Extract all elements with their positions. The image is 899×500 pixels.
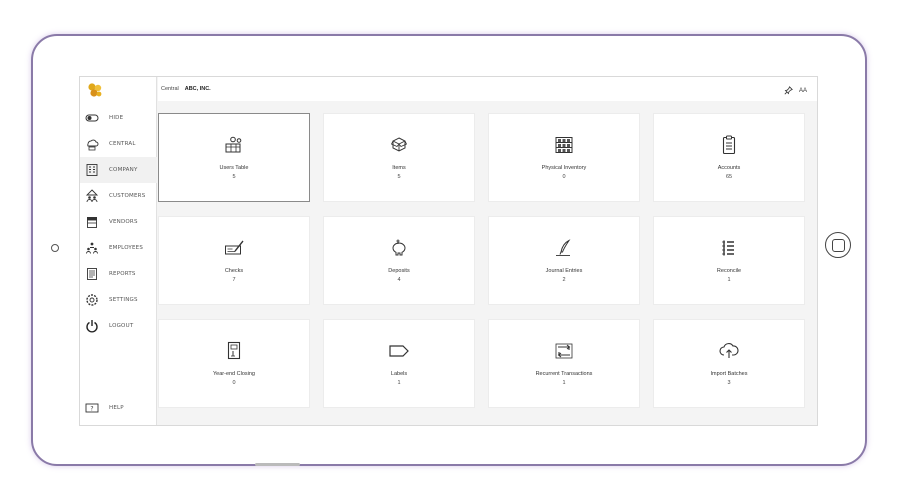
pin-icon[interactable] bbox=[784, 82, 793, 100]
cloud-computer-icon bbox=[84, 136, 100, 152]
tile-count: 1 bbox=[397, 380, 401, 386]
help-icon: ? bbox=[84, 400, 100, 416]
tile-count: 4 bbox=[397, 277, 401, 283]
sidebar-item-label: SETTINGS bbox=[109, 297, 138, 303]
sidebar-item-logout[interactable]: LOGOUT bbox=[80, 313, 157, 339]
tile-items[interactable]: Items 5 bbox=[323, 113, 475, 202]
clipboard-icon bbox=[718, 134, 740, 156]
building-icon bbox=[84, 162, 100, 178]
sidebar-item-label: COMPANY bbox=[109, 167, 138, 173]
sidebar-item-central[interactable]: CENTRAL bbox=[80, 131, 157, 157]
checklist-icon bbox=[718, 237, 740, 259]
tile-labels[interactable]: Labels 1 bbox=[323, 319, 475, 408]
company-name: ABC, INC. bbox=[184, 86, 211, 92]
store-icon bbox=[84, 214, 100, 230]
tile-label: Journal Entries bbox=[545, 268, 583, 274]
sidebar-item-vendors[interactable]: VENDORS bbox=[80, 209, 157, 235]
inventory-shelf-icon bbox=[553, 134, 575, 156]
sidebar-item-customers[interactable]: CUSTOMERS bbox=[80, 183, 157, 209]
tile-count: 3 bbox=[727, 380, 731, 386]
camera-icon bbox=[51, 244, 59, 252]
tile-deposits[interactable]: Deposits 4 bbox=[323, 216, 475, 305]
help-button[interactable]: ? HELP bbox=[80, 399, 157, 417]
sidebar-item-company[interactable]: COMPANY bbox=[80, 157, 157, 183]
check-writing-icon bbox=[223, 237, 245, 259]
users-table-icon bbox=[223, 134, 245, 156]
app-logo-icon bbox=[86, 81, 104, 99]
tile-count: 5 bbox=[232, 174, 236, 180]
tile-count: 1 bbox=[562, 380, 566, 386]
report-icon bbox=[84, 266, 100, 282]
tile-count: 65 bbox=[725, 174, 733, 180]
tile-label: Deposits bbox=[388, 268, 410, 274]
tile-count: 5 bbox=[397, 174, 401, 180]
piggy-bank-icon bbox=[388, 237, 410, 259]
sidebar-item-label: EMPLOYEES bbox=[109, 245, 144, 251]
tile-physical-inventory[interactable]: Physical Inventory 0 bbox=[488, 113, 640, 202]
quill-pen-icon bbox=[553, 237, 575, 259]
tile-journal-entries[interactable]: Journal Entries 2 bbox=[488, 216, 640, 305]
sidebar-item-label: VENDORS bbox=[109, 219, 138, 225]
sidebar-item-label: CENTRAL bbox=[109, 141, 136, 147]
tile-count: 1 bbox=[727, 277, 731, 283]
tile-label: Year-end Closing bbox=[213, 371, 255, 377]
bottom-bar bbox=[255, 463, 300, 466]
breadcrumb-section[interactable]: Central bbox=[161, 86, 179, 92]
tile-label: Accounts bbox=[717, 165, 741, 171]
recurring-icon bbox=[553, 340, 575, 362]
app-screen: HIDE CENTRAL COMPANY CUSTOMERS VENDORS E… bbox=[79, 76, 818, 426]
label-tag-icon bbox=[388, 340, 410, 362]
sidebar-item-employees[interactable]: EMPLOYEES bbox=[80, 235, 157, 261]
customers-icon bbox=[84, 188, 100, 204]
tile-accounts[interactable]: Accounts 65 bbox=[653, 113, 805, 202]
tile-count: 7 bbox=[232, 277, 236, 283]
tile-label: Items bbox=[392, 165, 406, 171]
top-bar: Central ABC, INC. AA bbox=[158, 77, 817, 101]
sidebar: HIDE CENTRAL COMPANY CUSTOMERS VENDORS E… bbox=[80, 77, 157, 425]
tile-recurrent-transactions[interactable]: Recurrent Transactions 1 bbox=[488, 319, 640, 408]
tile-checks[interactable]: Checks 7 bbox=[158, 216, 310, 305]
sidebar-item-reports[interactable]: REPORTS bbox=[80, 261, 157, 287]
sidebar-item-hide[interactable]: HIDE bbox=[80, 105, 157, 131]
power-icon bbox=[84, 318, 100, 334]
svg-text:?: ? bbox=[90, 406, 93, 413]
cloud-upload-icon bbox=[718, 340, 740, 362]
tile-import-batches[interactable]: Import Batches 3 bbox=[653, 319, 805, 408]
toggle-icon bbox=[84, 110, 100, 126]
tile-count: 2 bbox=[562, 277, 566, 283]
items-box-icon bbox=[388, 134, 410, 156]
dashboard-grid: Users Table 5 Items 5 Physical Inventory… bbox=[158, 113, 805, 408]
sidebar-item-label: REPORTS bbox=[109, 271, 136, 277]
font-size-button[interactable]: AA bbox=[799, 88, 807, 94]
tile-label: Checks bbox=[224, 268, 244, 274]
sidebar-item-label: HIDE bbox=[109, 115, 124, 121]
sidebar-item-settings[interactable]: SETTINGS bbox=[80, 287, 157, 313]
sidebar-item-label: LOGOUT bbox=[109, 323, 134, 329]
sidebar-item-label: CUSTOMERS bbox=[109, 193, 146, 199]
tile-label: Physical Inventory bbox=[541, 165, 587, 171]
tile-label: Import Batches bbox=[710, 371, 748, 377]
employees-icon bbox=[84, 240, 100, 256]
tile-count: 0 bbox=[232, 380, 236, 386]
year-end-book-icon bbox=[223, 340, 245, 362]
breadcrumb: Central ABC, INC. bbox=[161, 86, 211, 92]
tile-count: 0 bbox=[562, 174, 566, 180]
gear-icon bbox=[84, 292, 100, 308]
tile-label: Users Table bbox=[219, 165, 249, 171]
tile-label: Labels bbox=[390, 371, 408, 377]
tile-label: Recurrent Transactions bbox=[535, 371, 593, 377]
tile-reconcile[interactable]: Reconcile 1 bbox=[653, 216, 805, 305]
tile-label: Reconcile bbox=[716, 268, 742, 274]
tile-year-end-closing[interactable]: Year-end Closing 0 bbox=[158, 319, 310, 408]
home-button[interactable] bbox=[825, 232, 851, 258]
tile-users-table[interactable]: Users Table 5 bbox=[158, 113, 310, 202]
help-label: HELP bbox=[109, 405, 124, 411]
